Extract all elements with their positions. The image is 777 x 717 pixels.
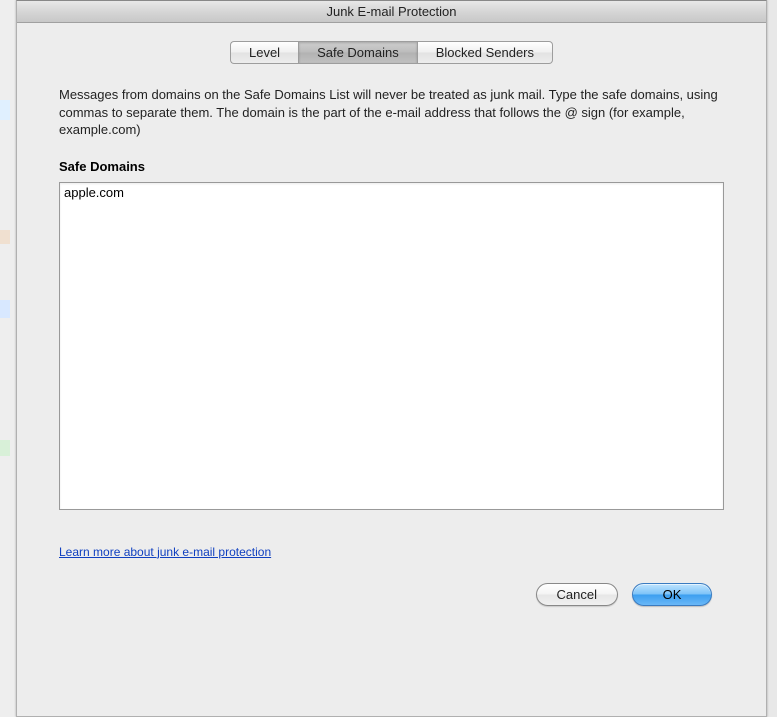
dialog-window: Junk E-mail Protection Level Safe Domain… [16,0,767,717]
ok-button[interactable]: OK [632,583,712,606]
safe-domains-label: Safe Domains [59,159,724,174]
segmented-tabs: Level Safe Domains Blocked Senders [230,41,553,64]
window-title: Junk E-mail Protection [17,1,766,23]
dialog-content: Level Safe Domains Blocked Senders Messa… [17,23,766,620]
cancel-button[interactable]: Cancel [536,583,618,606]
help-link-row: Learn more about junk e-mail protection [59,544,724,559]
safe-domains-textarea-container: apple.com [59,182,724,510]
tab-safe-domains[interactable]: Safe Domains [298,41,418,64]
learn-more-link[interactable]: Learn more about junk e-mail protection [59,545,271,559]
tab-blocked-senders[interactable]: Blocked Senders [418,41,553,64]
safe-domains-textarea[interactable]: apple.com [60,183,723,509]
page-background-artifact [0,0,16,717]
tab-level[interactable]: Level [230,41,298,64]
dialog-button-row: Cancel OK [59,583,724,606]
description-text: Messages from domains on the Safe Domain… [59,86,724,139]
tabs-container: Level Safe Domains Blocked Senders [59,41,724,64]
